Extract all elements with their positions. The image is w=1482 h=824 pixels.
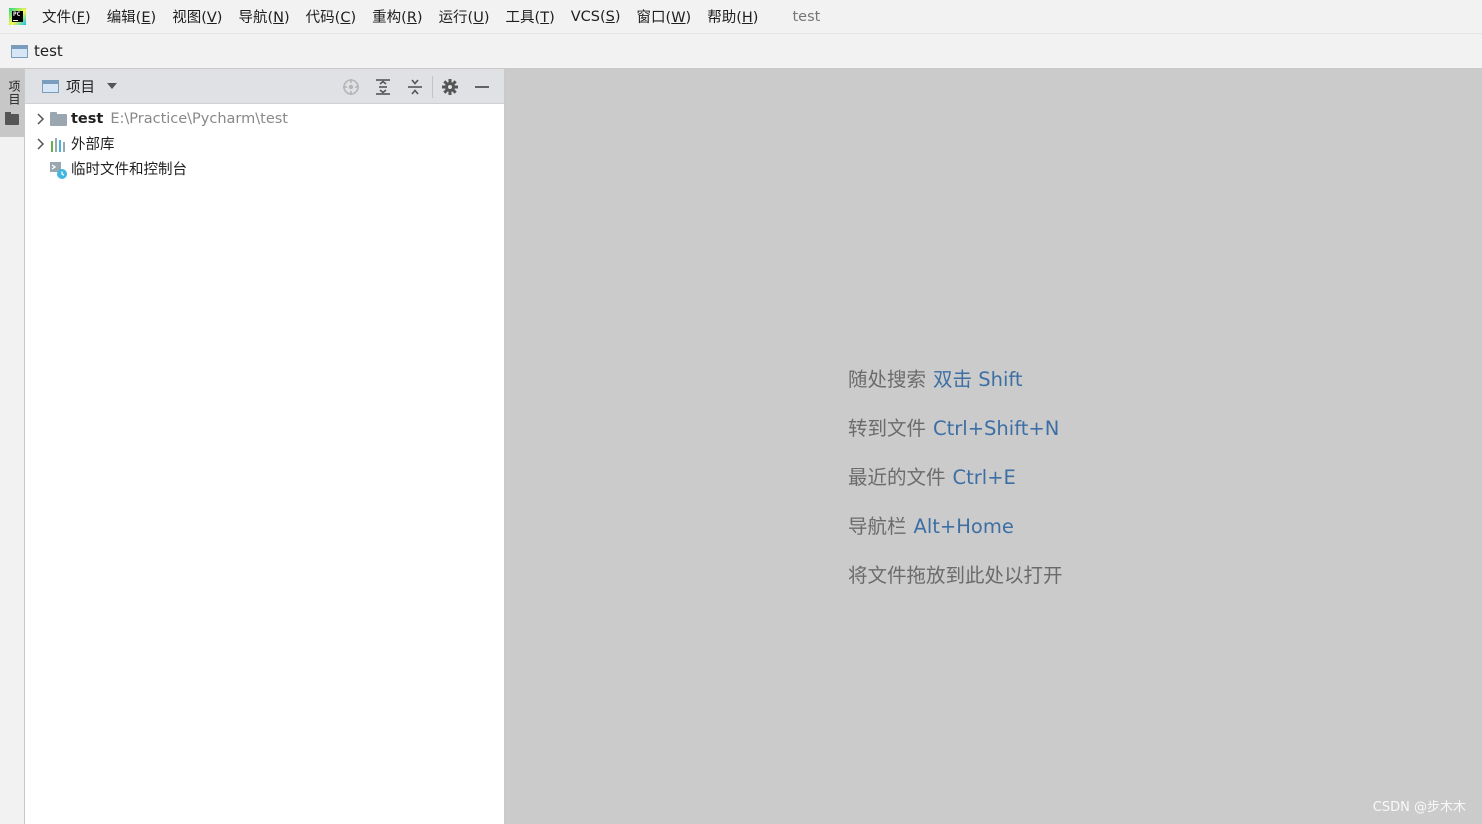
library-icon bbox=[49, 136, 67, 152]
project-view-icon bbox=[42, 79, 59, 93]
project-root-name: test bbox=[71, 110, 104, 127]
scratches-console-icon bbox=[49, 161, 67, 179]
editor-empty-area[interactable]: 随处搜索 双击 Shift 转到文件 Ctrl+Shift+N 最近的文件 Ctrl+… bbox=[505, 69, 1482, 824]
hint-drop-files: 将文件拖放到此处以打开 bbox=[848, 564, 1063, 587]
expand-all-icon bbox=[376, 78, 390, 95]
tree-node-scratches[interactable]: 临时文件和控制台 bbox=[25, 156, 504, 181]
window-title: test bbox=[792, 8, 821, 25]
hint-recent-files: 最近的文件 Ctrl+E bbox=[848, 466, 1016, 489]
project-panel-title[interactable]: 项目 bbox=[66, 76, 95, 97]
editor-hints: 随处搜索 双击 Shift 转到文件 Ctrl+Shift+N 最近的文件 Ctrl+… bbox=[848, 363, 1063, 608]
nav-project-name[interactable]: test bbox=[34, 42, 63, 60]
shortcut-key: 双击 Shift bbox=[933, 368, 1023, 391]
project-panel: 项目 test E:\Practice\Pycharm\test 外部库 临时文… bbox=[25, 69, 505, 824]
project-tree: test E:\Practice\Pycharm\test 外部库 临时文件和控… bbox=[25, 104, 504, 181]
pycharm-logo-icon[interactable]: PC bbox=[9, 8, 26, 25]
project-root-path: E:\Practice\Pycharm\test bbox=[110, 110, 288, 127]
crosshair-icon bbox=[343, 78, 359, 95]
expand-all-button[interactable] bbox=[367, 69, 399, 104]
external-libraries-label: 外部库 bbox=[71, 137, 115, 153]
folder-icon bbox=[49, 111, 67, 127]
chevron-down-icon[interactable] bbox=[107, 83, 117, 89]
hint-search-everywhere: 随处搜索 双击 Shift bbox=[848, 368, 1023, 391]
menu-bar: PC 文件(F) 编辑(E) 视图(V) 导航(N) 代码(C) 重构(R) 运… bbox=[0, 0, 1482, 33]
chevron-right-icon[interactable] bbox=[33, 137, 47, 151]
menu-file[interactable]: 文件(F) bbox=[42, 6, 91, 27]
collapse-all-button[interactable] bbox=[399, 69, 431, 104]
tree-node-project-root[interactable]: test E:\Practice\Pycharm\test bbox=[25, 106, 504, 131]
menu-view[interactable]: 视图(V) bbox=[172, 6, 222, 27]
panel-toolbar bbox=[335, 69, 498, 104]
scratches-label: 临时文件和控制台 bbox=[71, 162, 187, 178]
chevron-right-icon[interactable] bbox=[33, 112, 47, 126]
menu-window[interactable]: 窗口(W) bbox=[637, 6, 692, 27]
menu-vcs[interactable]: VCS(S) bbox=[571, 9, 621, 25]
hint-navigation-bar: 导航栏 Alt+Home bbox=[848, 515, 1014, 538]
hide-panel-button[interactable] bbox=[466, 69, 498, 104]
folder-icon bbox=[5, 112, 19, 125]
toolbar-separator bbox=[432, 75, 433, 98]
shortcut-key: Ctrl+Shift+N bbox=[933, 417, 1060, 440]
left-tool-strip: 项目 bbox=[0, 69, 25, 824]
menu-refactor[interactable]: 重构(R) bbox=[372, 6, 422, 27]
watermark: CSDN @步木木 bbox=[1372, 800, 1466, 815]
navigation-bar: test bbox=[0, 33, 1482, 69]
menu-run[interactable]: 运行(U) bbox=[439, 6, 490, 27]
minimize-icon bbox=[475, 85, 489, 88]
options-button[interactable] bbox=[434, 69, 466, 104]
project-tool-window-tab[interactable]: 项目 bbox=[0, 69, 24, 137]
menu-edit[interactable]: 编辑(E) bbox=[107, 6, 157, 27]
collapse-all-icon bbox=[408, 78, 422, 95]
menu-tools[interactable]: 工具(T) bbox=[506, 6, 555, 27]
menu-code[interactable]: 代码(C) bbox=[306, 6, 356, 27]
gear-icon bbox=[442, 78, 458, 95]
project-panel-header: 项目 bbox=[25, 69, 504, 104]
menu-navigate[interactable]: 导航(N) bbox=[238, 6, 289, 27]
tree-node-external-libraries[interactable]: 外部库 bbox=[25, 131, 504, 156]
project-folder-icon bbox=[11, 44, 28, 58]
menu-help[interactable]: 帮助(H) bbox=[707, 6, 758, 27]
shortcut-key: Ctrl+E bbox=[952, 466, 1016, 489]
hint-go-to-file: 转到文件 Ctrl+Shift+N bbox=[848, 417, 1060, 440]
shortcut-key: Alt+Home bbox=[913, 515, 1014, 538]
select-opened-file-button[interactable] bbox=[335, 69, 367, 104]
project-tab-label: 项目 bbox=[7, 80, 21, 106]
